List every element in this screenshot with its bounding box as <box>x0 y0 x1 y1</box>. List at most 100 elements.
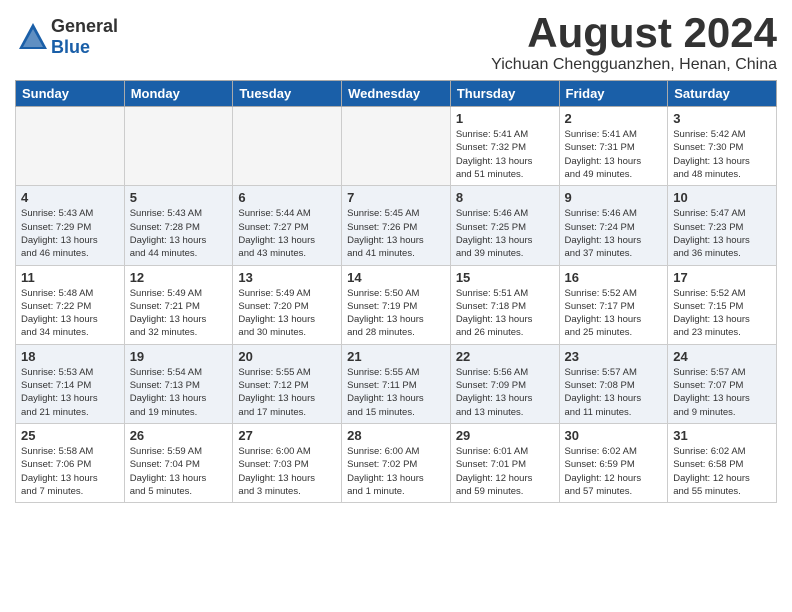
day-number: 21 <box>347 349 445 364</box>
month-year: August 2024 <box>491 10 777 56</box>
day-info: Sunrise: 5:51 AMSunset: 7:18 PMDaylight:… <box>456 287 554 340</box>
day-info: Sunrise: 6:02 AMSunset: 6:58 PMDaylight:… <box>673 445 771 498</box>
day-number: 14 <box>347 270 445 285</box>
col-tuesday: Tuesday <box>233 81 342 107</box>
calendar-cell: 5 Sunrise: 5:43 AMSunset: 7:28 PMDaylight… <box>124 186 233 265</box>
week-row: 1Sunrise: 5:41 AMSunset: 7:32 PMDaylight… <box>16 107 777 186</box>
calendar-cell: 28 Sunrise: 6:00 AMSunset: 7:02 PMDayligh… <box>342 423 451 502</box>
day-info: Sunrise: 5:53 AMSunset: 7:14 PMDaylight:… <box>21 366 119 419</box>
calendar-cell: 17Sunrise: 5:52 AMSunset: 7:15 PMDayligh… <box>668 265 777 344</box>
col-sunday: Sunday <box>16 81 125 107</box>
header-row: Sunday Monday Tuesday Wednesday Thursday… <box>16 81 777 107</box>
day-number: 3 <box>673 111 771 126</box>
day-info: Sunrise: 5:57 AMSunset: 7:08 PMDaylight:… <box>565 366 663 419</box>
day-info: Sunrise: 5:46 AMSunset: 7:25 PMDaylight:… <box>456 207 554 260</box>
day-number: 23 <box>565 349 663 364</box>
calendar-cell: 15 Sunrise: 5:51 AMSunset: 7:18 PMDayligh… <box>450 265 559 344</box>
logo-general: General <box>51 16 118 36</box>
day-info: Sunrise: 5:59 AMSunset: 7:04 PMDaylight:… <box>130 445 228 498</box>
calendar-cell: 9 Sunrise: 5:46 AMSunset: 7:24 PMDaylight… <box>559 186 668 265</box>
day-number: 5 <box>130 190 228 205</box>
calendar-cell <box>16 107 125 186</box>
col-saturday: Saturday <box>668 81 777 107</box>
day-number: 27 <box>238 428 336 443</box>
day-info: Sunrise: 5:43 AMSunset: 7:29 PMDaylight:… <box>21 207 119 260</box>
calendar-cell: 14 Sunrise: 5:50 AMSunset: 7:19 PMDayligh… <box>342 265 451 344</box>
col-thursday: Thursday <box>450 81 559 107</box>
day-info: Sunrise: 6:00 AMSunset: 7:03 PMDaylight:… <box>238 445 336 498</box>
week-row: 25Sunrise: 5:58 AMSunset: 7:06 PMDayligh… <box>16 423 777 502</box>
day-number: 8 <box>456 190 554 205</box>
day-number: 16 <box>565 270 663 285</box>
calendar-cell: 6Sunrise: 5:44 AMSunset: 7:27 PMDaylight… <box>233 186 342 265</box>
day-number: 1 <box>456 111 554 126</box>
day-info: Sunrise: 5:52 AMSunset: 7:17 PMDaylight:… <box>565 287 663 340</box>
day-number: 9 <box>565 190 663 205</box>
calendar-cell: 10 Sunrise: 5:47 AMSunset: 7:23 PMDayligh… <box>668 186 777 265</box>
day-number: 10 <box>673 190 771 205</box>
day-number: 22 <box>456 349 554 364</box>
col-wednesday: Wednesday <box>342 81 451 107</box>
day-number: 2 <box>565 111 663 126</box>
calendar-cell: 2 Sunrise: 5:41 AMSunset: 7:31 PMDaylight… <box>559 107 668 186</box>
calendar-cell: 18 Sunrise: 5:53 AMSunset: 7:14 PMDayligh… <box>16 344 125 423</box>
calendar-cell: 27 Sunrise: 6:00 AMSunset: 7:03 PMDayligh… <box>233 423 342 502</box>
calendar-table: Sunday Monday Tuesday Wednesday Thursday… <box>15 80 777 503</box>
day-number: 24 <box>673 349 771 364</box>
day-number: 15 <box>456 270 554 285</box>
day-info: Sunrise: 6:02 AMSunset: 6:59 PMDaylight:… <box>565 445 663 498</box>
calendar-cell: 11 Sunrise: 5:48 AMSunset: 7:22 PMDayligh… <box>16 265 125 344</box>
calendar-cell <box>233 107 342 186</box>
day-info: Sunrise: 5:50 AMSunset: 7:19 PMDaylight:… <box>347 287 445 340</box>
calendar-cell: 24Sunrise: 5:57 AMSunset: 7:07 PMDayligh… <box>668 344 777 423</box>
day-number: 26 <box>130 428 228 443</box>
week-row: 18 Sunrise: 5:53 AMSunset: 7:14 PMDayligh… <box>16 344 777 423</box>
calendar-cell: 30Sunrise: 6:02 AMSunset: 6:59 PMDayligh… <box>559 423 668 502</box>
day-number: 13 <box>238 270 336 285</box>
calendar-cell: 20Sunrise: 5:55 AMSunset: 7:12 PMDayligh… <box>233 344 342 423</box>
day-number: 20 <box>238 349 336 364</box>
day-info: Sunrise: 5:47 AMSunset: 7:23 PMDaylight:… <box>673 207 771 260</box>
day-info: Sunrise: 5:55 AMSunset: 7:11 PMDaylight:… <box>347 366 445 419</box>
day-info: Sunrise: 5:49 AMSunset: 7:20 PMDaylight:… <box>238 287 336 340</box>
col-friday: Friday <box>559 81 668 107</box>
day-info: Sunrise: 5:46 AMSunset: 7:24 PMDaylight:… <box>565 207 663 260</box>
calendar-cell: 23 Sunrise: 5:57 AMSunset: 7:08 PMDayligh… <box>559 344 668 423</box>
calendar-cell: 7Sunrise: 5:45 AMSunset: 7:26 PMDaylight… <box>342 186 451 265</box>
calendar-cell: 8 Sunrise: 5:46 AMSunset: 7:25 PMDaylight… <box>450 186 559 265</box>
calendar-cell <box>124 107 233 186</box>
calendar-cell: 3 Sunrise: 5:42 AMSunset: 7:30 PMDaylight… <box>668 107 777 186</box>
day-number: 25 <box>21 428 119 443</box>
calendar-cell: 16 Sunrise: 5:52 AMSunset: 7:17 PMDayligh… <box>559 265 668 344</box>
day-info: Sunrise: 5:49 AMSunset: 7:21 PMDaylight:… <box>130 287 228 340</box>
title-section: August 2024 Yichuan Chengguanzhen, Henan… <box>491 10 777 74</box>
day-number: 29 <box>456 428 554 443</box>
day-number: 11 <box>21 270 119 285</box>
day-info: Sunrise: 5:56 AMSunset: 7:09 PMDaylight:… <box>456 366 554 419</box>
day-info: Sunrise: 5:43 AMSunset: 7:28 PMDaylight:… <box>130 207 228 260</box>
calendar-cell: 12 Sunrise: 5:49 AMSunset: 7:21 PMDayligh… <box>124 265 233 344</box>
day-info: Sunrise: 5:52 AMSunset: 7:15 PMDaylight:… <box>673 287 771 340</box>
calendar-cell: 4Sunrise: 5:43 AMSunset: 7:29 PMDaylight… <box>16 186 125 265</box>
logo-blue: Blue <box>51 37 90 57</box>
calendar-cell: 26 Sunrise: 5:59 AMSunset: 7:04 PMDayligh… <box>124 423 233 502</box>
day-number: 7 <box>347 190 445 205</box>
day-number: 18 <box>21 349 119 364</box>
week-row: 11 Sunrise: 5:48 AMSunset: 7:22 PMDayligh… <box>16 265 777 344</box>
day-info: Sunrise: 5:48 AMSunset: 7:22 PMDaylight:… <box>21 287 119 340</box>
week-row: 4Sunrise: 5:43 AMSunset: 7:29 PMDaylight… <box>16 186 777 265</box>
calendar-cell: 13 Sunrise: 5:49 AMSunset: 7:20 PMDayligh… <box>233 265 342 344</box>
page-header: General Blue August 2024 Yichuan Chenggu… <box>15 10 777 74</box>
day-number: 31 <box>673 428 771 443</box>
day-info: Sunrise: 6:00 AMSunset: 7:02 PMDaylight:… <box>347 445 445 498</box>
day-number: 28 <box>347 428 445 443</box>
day-info: Sunrise: 6:01 AMSunset: 7:01 PMDaylight:… <box>456 445 554 498</box>
calendar-cell: 21 Sunrise: 5:55 AMSunset: 7:11 PMDayligh… <box>342 344 451 423</box>
calendar-cell: 29 Sunrise: 6:01 AMSunset: 7:01 PMDayligh… <box>450 423 559 502</box>
day-info: Sunrise: 5:42 AMSunset: 7:30 PMDaylight:… <box>673 128 771 181</box>
day-info: Sunrise: 5:41 AMSunset: 7:31 PMDaylight:… <box>565 128 663 181</box>
calendar-cell <box>342 107 451 186</box>
calendar-cell: 1Sunrise: 5:41 AMSunset: 7:32 PMDaylight… <box>450 107 559 186</box>
location: Yichuan Chengguanzhen, Henan, China <box>491 56 777 74</box>
day-number: 12 <box>130 270 228 285</box>
